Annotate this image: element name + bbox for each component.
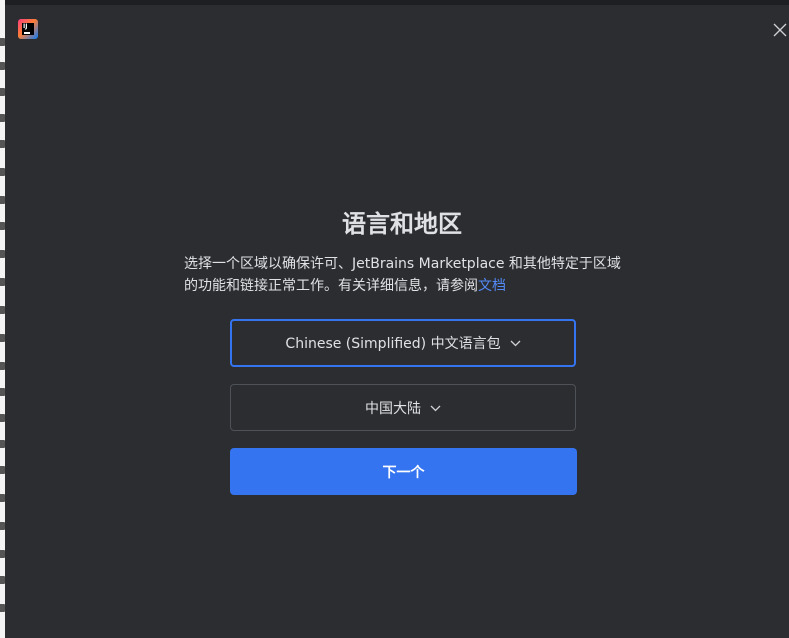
region-select-value: 中国大陆 (365, 400, 421, 417)
close-icon (773, 23, 787, 37)
close-button[interactable] (771, 21, 789, 39)
region-select[interactable]: 中国大陆 (230, 384, 576, 431)
jetbrains-ij-logo-icon: IJ (18, 19, 38, 39)
language-select-value: Chinese (Simplified) 中文语言包 (285, 336, 501, 352)
chevron-down-icon (430, 400, 441, 416)
next-button[interactable]: 下一个 (230, 448, 577, 495)
language-select[interactable]: Chinese (Simplified) 中文语言包 (230, 319, 576, 367)
dialog-description: 选择一个区域以确保许可、JetBrains Marketplace 和其他特定于… (184, 253, 624, 297)
next-button-label: 下一个 (382, 464, 425, 481)
description-text: 选择一个区域以确保许可、JetBrains Marketplace 和其他特定于… (184, 256, 621, 294)
dialog-title: 语言和地区 (342, 210, 462, 238)
docs-link[interactable]: 文档 (478, 278, 506, 294)
chevron-down-icon (510, 335, 521, 351)
language-region-dialog: IJ 语言和地区 选择一个区域以确保许可、JetBrains Marketpla… (5, 5, 789, 638)
